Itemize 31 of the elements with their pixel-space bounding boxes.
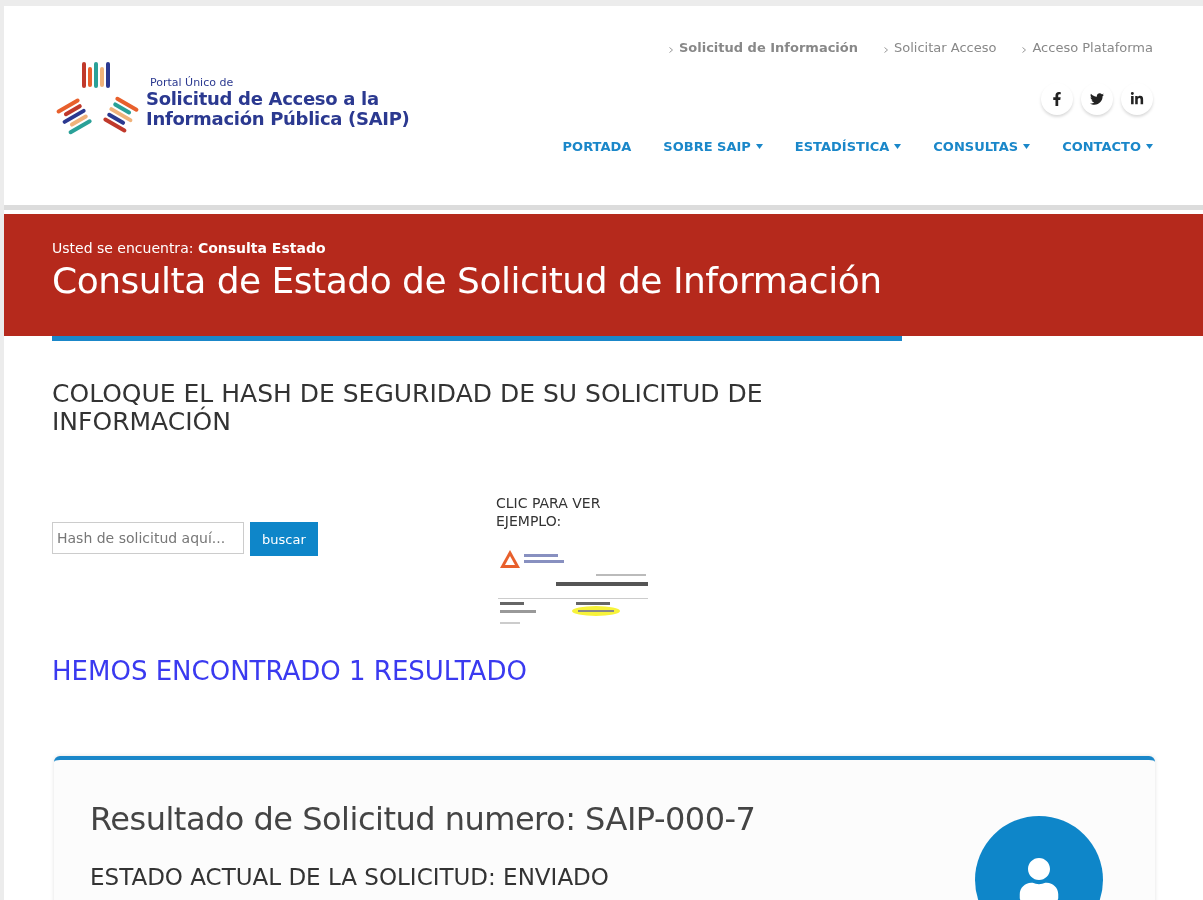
- chevron-icon: [668, 46, 673, 53]
- nav-item[interactable]: ESTADÍSTICA: [794, 139, 902, 154]
- breadcrumb: Usted se encuentra: Consulta Estado: [52, 240, 327, 256]
- caret-icon: [1023, 144, 1031, 149]
- top-link[interactable]: Solicitar Acceso: [894, 40, 997, 55]
- nav-item[interactable]: PORTADA: [562, 139, 632, 154]
- twitter-icon: [1090, 92, 1104, 106]
- caret-icon: [894, 144, 902, 149]
- nav-item[interactable]: CONTACTO: [1062, 139, 1153, 154]
- chevron-icon: [884, 46, 888, 53]
- facebook-icon: [1050, 92, 1064, 106]
- section-heading: COLOQUE EL HASH DE SEGURIDAD DE SU SOLICITUD DE INFORMACIÓN: [52, 380, 764, 436]
- logo-title: Solicitud de Acceso a la: [146, 88, 380, 109]
- chevron-icon: [1022, 46, 1027, 53]
- top-link[interactable]: Acceso Plataforma: [1032, 40, 1153, 55]
- nav-item[interactable]: CONSULTAS: [933, 139, 1031, 154]
- top-link[interactable]: Solicitud de Información: [678, 40, 858, 55]
- logo-tagline: Portal Único de: [150, 75, 235, 89]
- logo-title: Información Pública (SAIP): [146, 108, 410, 129]
- caret-icon: [755, 144, 763, 149]
- results-heading: HEMOS ENCONTRADO 1 RESULTADO: [52, 656, 528, 686]
- nav-item[interactable]: SOBRE SAIP: [663, 139, 763, 154]
- hash-input-field[interactable]: Hash de solicitud aquí...: [52, 522, 244, 554]
- result-status: ESTADO ACTUAL DE LA SOLICITUD: ENVIADO: [90, 864, 610, 890]
- caret-icon: [1146, 144, 1153, 149]
- linkedin-icon: [1130, 92, 1144, 106]
- result-title: Resultado de Solicitud numero: SAIP-000-7: [90, 800, 756, 838]
- example-label: CLIC PARA VER EJEMPLO:: [496, 494, 602, 530]
- user-icon: [1017, 858, 1061, 900]
- page-title: Consulta de Estado de Solicitud de Información: [52, 260, 883, 301]
- search-button[interactable]: buscar: [250, 522, 318, 556]
